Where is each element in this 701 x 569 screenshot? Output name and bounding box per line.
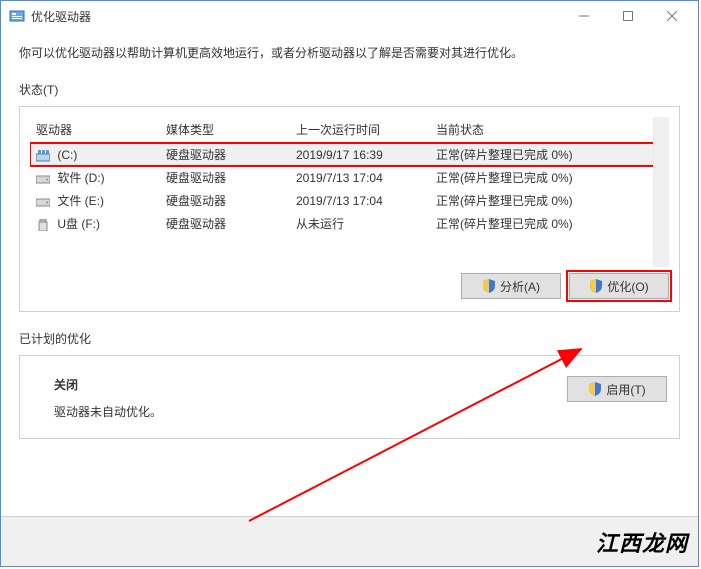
minimize-button[interactable] <box>562 1 606 31</box>
drive-panel: 驱动器 媒体类型 上一次运行时间 当前状态 (C:) <box>19 106 680 312</box>
window-controls <box>562 1 694 31</box>
close-button[interactable] <box>650 1 694 31</box>
col-media[interactable]: 媒体类型 <box>160 117 290 143</box>
col-drive[interactable]: 驱动器 <box>30 117 160 143</box>
button-label: 优化(O) <box>607 278 648 295</box>
drive-name: (C:) <box>57 148 77 162</box>
drive-name: 文件 (E:) <box>57 194 104 208</box>
titlebar: 优化驱动器 <box>1 1 698 31</box>
status-section-label: 状态(T) <box>19 81 680 98</box>
table-row[interactable]: 软件 (D:) 硬盘驱动器 2019/7/13 17:04 正常(碎片整理已完成… <box>30 166 669 189</box>
button-label: 启用(T) <box>606 381 645 398</box>
maximize-button[interactable] <box>606 1 650 31</box>
drive-media: 硬盘驱动器 <box>160 143 290 167</box>
drive-lastrun: 2019/7/13 17:04 <box>290 166 430 189</box>
app-icon <box>9 8 25 24</box>
hdd-icon <box>36 173 50 185</box>
enable-button[interactable]: 启用(T) <box>567 376 667 402</box>
drive-media: 硬盘驱动器 <box>160 189 290 212</box>
drive-status: 正常(碎片整理已完成 0%) <box>430 143 669 167</box>
uac-shield-icon <box>588 382 602 396</box>
drive-lastrun: 2019/7/13 17:04 <box>290 189 430 212</box>
footer-bar <box>1 516 698 566</box>
drive-status: 正常(碎片整理已完成 0%) <box>430 166 669 189</box>
table-row[interactable]: (C:) 硬盘驱动器 2019/9/17 16:39 正常(碎片整理已完成 0%… <box>30 143 669 167</box>
scheduled-title: 关闭 <box>54 376 567 393</box>
uac-shield-icon <box>482 279 496 293</box>
col-status[interactable]: 当前状态 <box>430 117 669 143</box>
drive-table-wrap: 驱动器 媒体类型 上一次运行时间 当前状态 (C:) <box>30 117 669 267</box>
table-row[interactable]: 文件 (E:) 硬盘驱动器 2019/7/13 17:04 正常(碎片整理已完成… <box>30 189 669 212</box>
drive-table: 驱动器 媒体类型 上一次运行时间 当前状态 (C:) <box>30 117 669 235</box>
drive-lastrun: 2019/9/17 16:39 <box>290 143 430 167</box>
content-area: 你可以优化驱动器以帮助计算机更高效地运行，或者分析驱动器以了解是否需要对其进行优… <box>1 31 698 439</box>
uac-shield-icon <box>589 279 603 293</box>
scheduled-label: 已计划的优化 <box>19 330 680 347</box>
hdd-icon <box>36 196 50 208</box>
scheduled-section: 已计划的优化 关闭 驱动器未自动优化。 启用(T) <box>19 330 680 439</box>
scheduled-panel: 关闭 驱动器未自动优化。 启用(T) <box>19 355 680 439</box>
drive-media: 硬盘驱动器 <box>160 212 290 235</box>
button-label: 分析(A) <box>500 278 540 295</box>
drive-status: 正常(碎片整理已完成 0%) <box>430 189 669 212</box>
table-row[interactable]: U盘 (F:) 硬盘驱动器 从未运行 正常(碎片整理已完成 0%) <box>30 212 669 235</box>
drive-name: U盘 (F:) <box>57 217 100 231</box>
window-title: 优化驱动器 <box>31 8 562 25</box>
system-drive-icon <box>36 150 50 162</box>
drive-lastrun: 从未运行 <box>290 212 430 235</box>
intro-text: 你可以优化驱动器以帮助计算机更高效地运行，或者分析驱动器以了解是否需要对其进行优… <box>19 43 680 63</box>
window-frame: 优化驱动器 你可以优化驱动器以帮助计算机更高效地运行，或者分析驱动器以了解是否需… <box>0 0 699 567</box>
drive-media: 硬盘驱动器 <box>160 166 290 189</box>
optimize-button[interactable]: 优化(O) <box>569 273 669 299</box>
col-lastrun[interactable]: 上一次运行时间 <box>290 117 430 143</box>
analyze-button[interactable]: 分析(A) <box>461 273 561 299</box>
scheduled-sub: 驱动器未自动优化。 <box>54 403 567 420</box>
table-scrollbar[interactable] <box>653 117 669 267</box>
usb-drive-icon <box>36 219 50 231</box>
drive-buttons: 分析(A) 优化(O) <box>30 267 669 299</box>
drive-name: 软件 (D:) <box>57 171 104 185</box>
drive-status: 正常(碎片整理已完成 0%) <box>430 212 669 235</box>
